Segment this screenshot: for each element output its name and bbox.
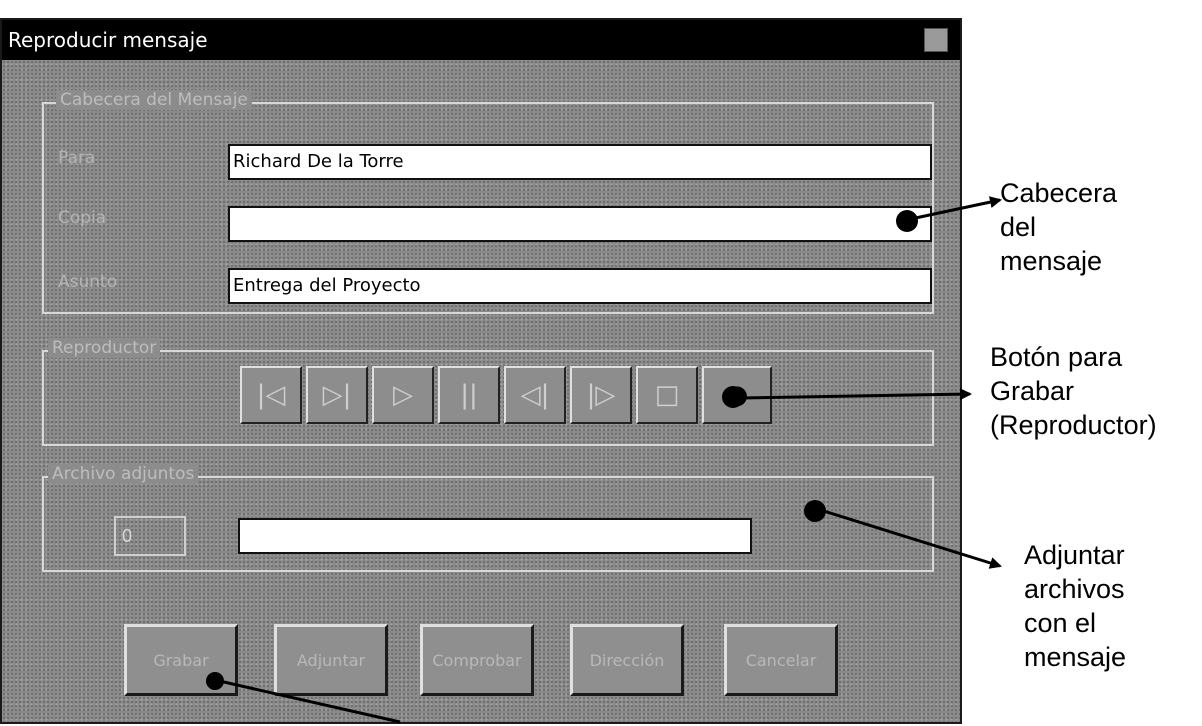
adjuntar-arrow (813, 506, 1002, 569)
grabar-annotation: Botón para Grabar (Reproductor) (990, 340, 1157, 442)
grabar-annotation-line3: (Reproductor) (990, 410, 1157, 440)
grabar-annotation-line2: Grabar (990, 376, 1075, 406)
cabecera-annotation: Cabecera del mensaje (1000, 176, 1117, 278)
grabar-button-leader (214, 678, 401, 724)
adjuntar-annotation-line2: archivos (1024, 574, 1125, 604)
adjuntar-annotation-line3: con el (1024, 608, 1097, 638)
adjuntar-annotation-line1: Adjuntar (1024, 540, 1125, 570)
grabar-annotation-line1: Botón para (990, 342, 1123, 372)
grabar-arrow (739, 388, 972, 401)
cabecera-annotation-line2: del (1000, 212, 1037, 242)
cabecera-annotation-line1: Cabecera (1000, 178, 1118, 208)
cabecera-annotation-line3: mensaje (1000, 246, 1103, 276)
cabecera-arrow (905, 196, 1002, 222)
adjuntar-annotation-line4: mensaje (1024, 642, 1127, 672)
adjuntar-annotation: Adjuntar archivos con el mensaje (1024, 538, 1126, 674)
